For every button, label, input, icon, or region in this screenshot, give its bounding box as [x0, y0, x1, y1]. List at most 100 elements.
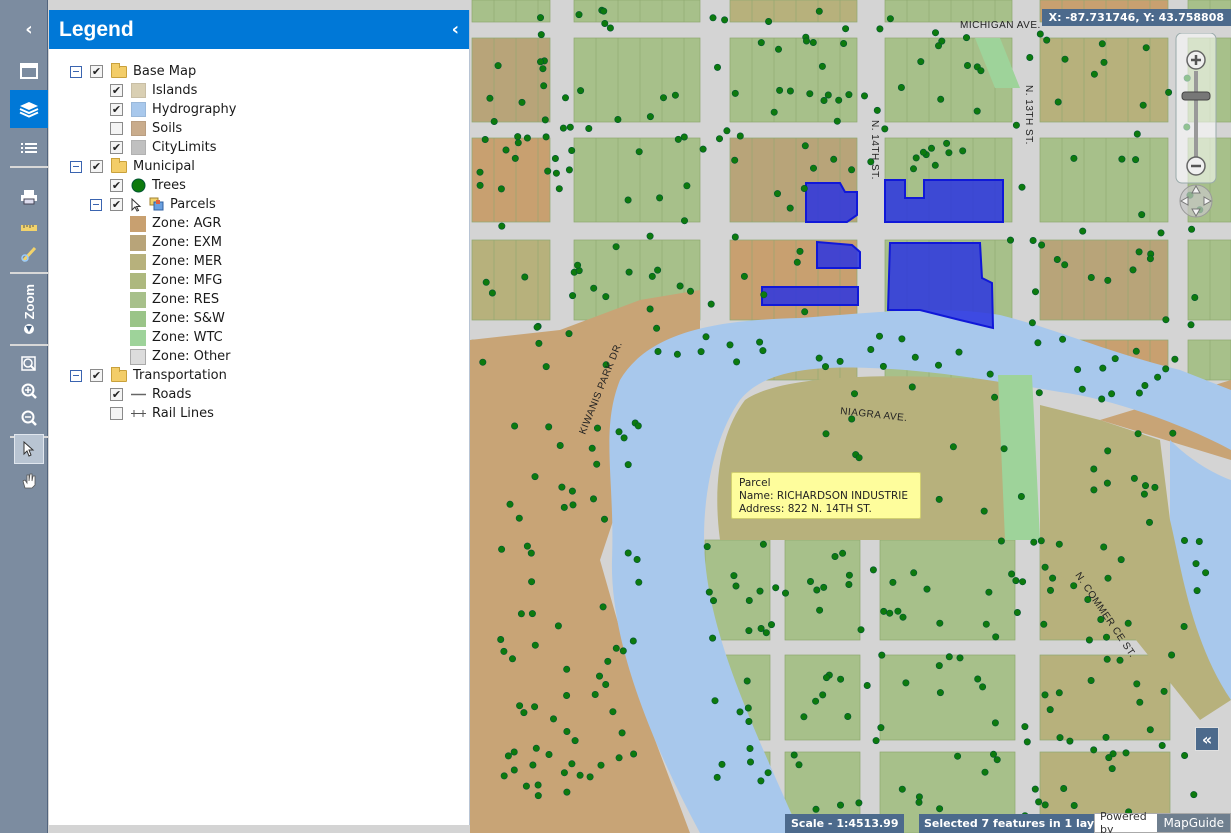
chevron-down-icon: ▼ — [24, 323, 34, 334]
tree-marker — [481, 136, 489, 144]
collapse-toggle[interactable] — [70, 160, 82, 173]
checkbox-parcels[interactable]: ✔ — [110, 198, 123, 211]
tree-marker — [974, 675, 982, 683]
tree-marker — [806, 577, 814, 585]
legend-label-transportation: Transportation — [133, 368, 227, 383]
tree-marker — [962, 34, 970, 42]
collapse-legend-button[interactable]: ‹ — [452, 19, 459, 40]
checkbox-soils[interactable] — [110, 122, 123, 135]
legend-item-hydrography: ✔ Hydrography — [110, 100, 236, 119]
tree-marker — [1190, 791, 1198, 799]
label-michigan-ave: MICHIGAN AVE. — [960, 20, 1041, 31]
checkbox-roads[interactable]: ✔ — [110, 388, 123, 401]
tree-marker — [1134, 430, 1142, 438]
buffer-button[interactable] — [10, 236, 48, 274]
tree-marker — [630, 750, 638, 758]
tree-marker — [1154, 373, 1162, 381]
tree-marker — [619, 647, 627, 655]
tooltip-layer: Parcel — [739, 477, 771, 489]
tree-marker — [709, 634, 717, 642]
zoom-out-nav-button[interactable] — [1186, 156, 1206, 176]
checkbox-city-limits[interactable]: ✔ — [110, 141, 123, 154]
pan-rose-button[interactable] — [1179, 184, 1213, 218]
tree-marker — [934, 42, 942, 50]
tree-marker — [1037, 537, 1045, 545]
tree-marker — [855, 799, 863, 807]
tree-marker — [707, 300, 715, 308]
collapse-toggle[interactable] — [70, 65, 82, 78]
task-list-button[interactable] — [10, 130, 48, 168]
checkbox-islands[interactable]: ✔ — [110, 84, 123, 97]
zoom-slider-track[interactable] — [1194, 71, 1198, 157]
tree-marker — [536, 58, 544, 66]
tree-marker — [806, 90, 814, 98]
legend-item-zone-exm: Zone: EXM — [130, 233, 222, 252]
tree-marker — [820, 97, 828, 105]
tree-marker — [532, 744, 540, 752]
tree-marker — [992, 633, 1000, 641]
tree-marker — [511, 154, 519, 162]
tree-marker — [1031, 785, 1039, 793]
hand-icon — [22, 473, 36, 489]
expand-panel-button[interactable]: « — [1195, 727, 1219, 751]
zoom-menu[interactable]: Zoom ▼ — [14, 278, 44, 340]
tree-marker — [504, 752, 512, 760]
tree-marker — [931, 29, 939, 37]
tree-marker — [545, 750, 553, 758]
tree-marker — [1043, 36, 1051, 44]
tree-marker — [576, 771, 584, 779]
zoom-slider-handle[interactable] — [1181, 91, 1211, 101]
tree-marker — [646, 305, 654, 313]
tree-marker — [600, 7, 608, 15]
tree-marker — [746, 744, 754, 752]
pan-tool-button[interactable] — [10, 462, 48, 500]
printer-icon — [21, 190, 37, 205]
tree-marker — [986, 370, 994, 378]
zoom-in-nav-button[interactable] — [1186, 50, 1206, 70]
checkbox-trees[interactable]: ✔ — [110, 179, 123, 192]
tree-marker — [618, 729, 626, 737]
layers-button[interactable] — [10, 90, 48, 128]
tree-marker — [889, 578, 897, 586]
legend-panel: Legend ‹ ✔ Base Map ✔ Islands ✔ Hydrogra… — [49, 10, 470, 825]
legend-item-trees: ✔ Trees — [110, 176, 186, 195]
tree-marker — [624, 196, 632, 204]
tree-marker — [937, 95, 945, 103]
ruler-icon — [21, 225, 37, 231]
checkbox-transportation[interactable]: ✔ — [90, 369, 103, 382]
checkbox-base-map[interactable]: ✔ — [90, 65, 103, 78]
checkbox-rail-lines[interactable] — [110, 407, 123, 420]
collapse-toggle[interactable] — [70, 369, 82, 382]
tree-marker — [1124, 619, 1132, 627]
tree-marker — [979, 683, 987, 691]
collapse-toggle[interactable] — [90, 198, 102, 211]
tree-marker — [521, 273, 529, 281]
tree-marker — [633, 555, 641, 563]
tree-marker — [566, 123, 574, 131]
tree-marker — [1133, 130, 1141, 138]
tree-marker — [1041, 691, 1049, 699]
feature-tooltip: Parcel Name: RICHARDSON INDUSTRIE Addres… — [731, 472, 921, 519]
tree-marker — [848, 166, 856, 174]
checkbox-hydrography[interactable]: ✔ — [110, 103, 123, 116]
window-button[interactable] — [10, 52, 48, 90]
checkbox-municipal[interactable]: ✔ — [90, 160, 103, 173]
tree-marker — [1066, 737, 1074, 745]
tree-marker — [809, 164, 817, 172]
tree-marker — [816, 606, 824, 614]
tree-marker — [713, 773, 721, 781]
tree-marker — [757, 777, 765, 785]
zoom-out-button[interactable] — [10, 400, 48, 438]
tree-marker — [1090, 486, 1098, 494]
map-block — [573, 0, 701, 23]
tree-marker — [1040, 620, 1048, 628]
collapse-toolbar-button[interactable]: ‹ — [10, 10, 48, 48]
tree-marker — [894, 607, 902, 615]
tree-marker — [531, 473, 539, 481]
tree-marker — [1054, 98, 1062, 106]
tree-marker — [595, 672, 603, 680]
tree-marker — [558, 483, 566, 491]
tree-marker — [982, 620, 990, 628]
tree-marker — [568, 760, 576, 768]
select-tool-button[interactable] — [14, 434, 44, 464]
